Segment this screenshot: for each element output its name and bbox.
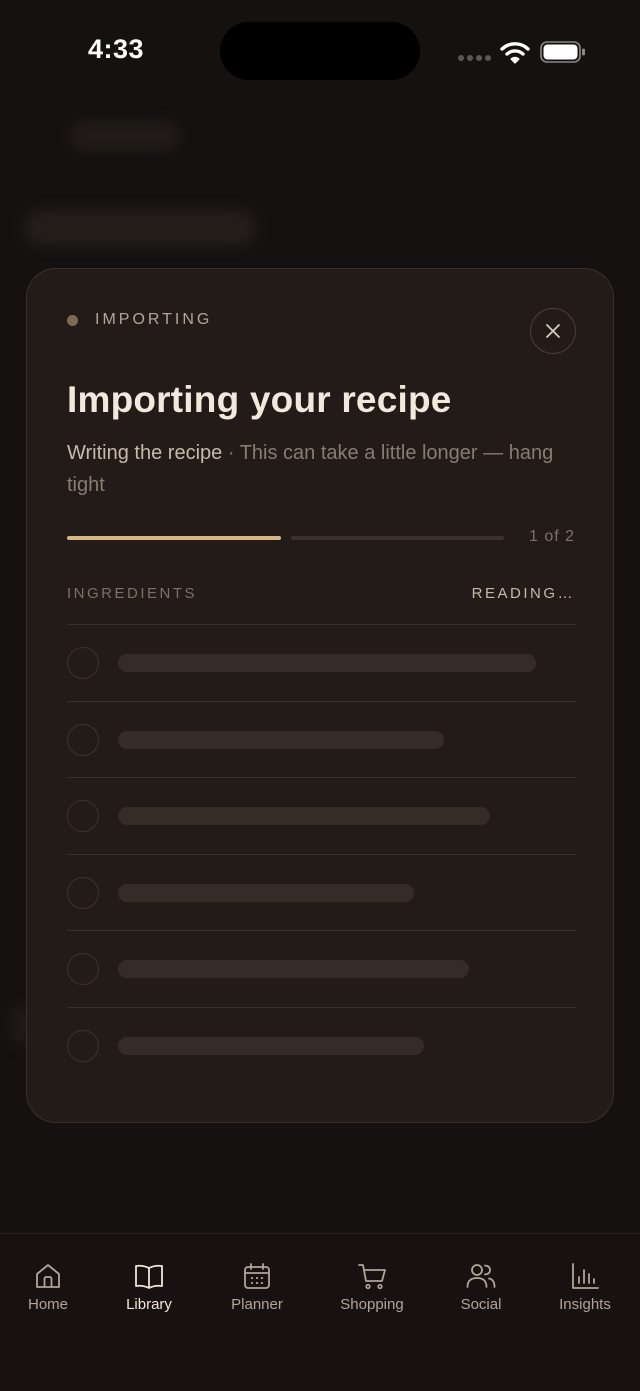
- background-content-blur: [70, 122, 180, 150]
- ingredients-header: INGREDIENTS READING…: [67, 585, 577, 605]
- progress-count: 1 of 2: [528, 528, 575, 545]
- skeleton-checkbox: [67, 647, 99, 679]
- tab-shopping[interactable]: Shopping: [322, 1254, 422, 1313]
- users-icon: [466, 1264, 496, 1288]
- status-dot: [67, 314, 78, 326]
- current-step-text: Writing the recipe: [67, 442, 223, 464]
- ingredient-skeleton-row: [67, 777, 577, 854]
- import-modal: IMPORTING Importing your recipe Writing …: [26, 268, 614, 1123]
- skeleton-text-bar: [118, 654, 536, 672]
- tab-home[interactable]: Home: [0, 1254, 98, 1313]
- tab-social[interactable]: Social: [431, 1254, 531, 1313]
- close-button[interactable]: [530, 308, 576, 354]
- tab-label: Insights: [559, 1296, 611, 1313]
- home-icon: [36, 1264, 60, 1288]
- skeleton-text-bar: [118, 883, 414, 902]
- progress-segment-1: [67, 536, 281, 540]
- modal-title: Importing your recipe: [67, 379, 452, 420]
- tab-label: Home: [27, 1296, 68, 1313]
- battery-icon: [540, 41, 585, 63]
- skeleton-text-bar: [118, 807, 490, 825]
- bar-chart-icon: [572, 1263, 599, 1289]
- subtitle-separator: ·: [222, 442, 240, 464]
- wifi-icon: [500, 42, 530, 64]
- skeleton-checkbox: [67, 723, 99, 756]
- ingredient-skeleton-row: [67, 930, 577, 1007]
- tab-label: Planner: [231, 1296, 283, 1313]
- ingredient-skeleton-row: [67, 853, 577, 931]
- status-label: IMPORTING: [95, 311, 213, 328]
- tab-label: Library: [126, 1296, 172, 1313]
- skeleton-checkbox: [67, 800, 99, 832]
- tab-label: Social: [460, 1296, 502, 1313]
- cellular-signal-icon: [458, 55, 492, 61]
- tab-label: Shopping: [340, 1296, 404, 1313]
- ingredients-label: INGREDIENTS: [67, 585, 198, 602]
- status-bar: 4:33: [0, 0, 640, 100]
- progress-indicator: 1 of 2: [67, 525, 577, 551]
- import-status: IMPORTING: [67, 311, 212, 329]
- skeleton-text-bar: [118, 1036, 424, 1055]
- close-icon: [546, 324, 560, 338]
- import-subtitle: Writing the recipe · This can take a lit…: [67, 437, 587, 501]
- skeleton-checkbox: [67, 1029, 99, 1062]
- progress-segment-2: [291, 536, 504, 540]
- ingredient-skeleton-row: [67, 700, 577, 778]
- ingredient-skeleton-row: [67, 624, 577, 701]
- book-icon: [135, 1264, 163, 1289]
- skeleton-checkbox: [67, 876, 99, 909]
- skeleton-checkbox: [67, 953, 99, 985]
- skeleton-text-bar: [118, 960, 469, 978]
- reading-status: READING…: [471, 585, 575, 602]
- tab-library[interactable]: Library: [99, 1254, 199, 1313]
- ingredient-skeleton-row: [67, 1006, 577, 1084]
- tab-insights[interactable]: Insights: [535, 1254, 635, 1313]
- calendar-icon: [244, 1263, 270, 1289]
- status-time: 4:33: [88, 34, 145, 64]
- tab-planner[interactable]: Planner: [207, 1254, 307, 1313]
- background-content-blur: [24, 210, 256, 246]
- ingredient-skeleton-list: [67, 624, 577, 1083]
- skeleton-text-bar: [118, 730, 444, 749]
- bottom-tab-bar: Home Library Planner Shopping Social Ins…: [0, 1233, 640, 1391]
- cart-icon: [358, 1264, 386, 1290]
- dynamic-island: [220, 22, 420, 80]
